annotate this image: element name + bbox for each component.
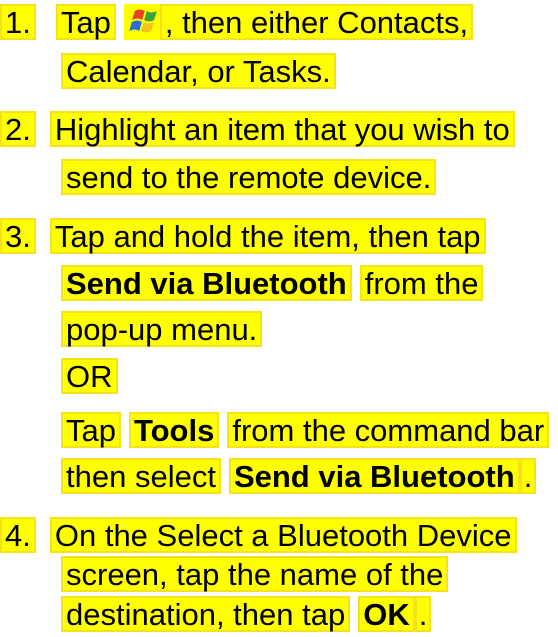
step-3-alt-tap: Tap xyxy=(61,412,121,448)
step-4-line-1: 4. On the Select a Bluetooth Device xyxy=(0,517,517,557)
step-3-alt-period: . xyxy=(519,458,537,494)
step-2-line-2: send to the remote device. xyxy=(61,159,437,199)
step-1-line-2: Calendar, or Tasks. xyxy=(61,53,336,93)
step-1-line-1: 1. Tap , then either Contacts, xyxy=(0,4,474,44)
step-3-line-2: Send via Bluetooth from the xyxy=(61,265,484,305)
step-3-alt-line-2: then select Send via Bluetooth. xyxy=(61,458,537,498)
step-3-bold-tools: Tools xyxy=(128,412,220,448)
step-4-text-line-3: destination, then tap xyxy=(61,596,351,632)
step-3-line-3: pop-up menu. xyxy=(61,311,263,351)
step-4-number: 4. xyxy=(0,517,36,553)
step-3-number: 3. xyxy=(0,218,36,254)
step-2-number: 2. xyxy=(0,111,36,147)
step-2-line-1: 2. Highlight an item that you wish to xyxy=(0,111,515,151)
step-3-text-line-1: Tap and hold the item, then tap xyxy=(49,218,486,254)
step-3-alt-line-1-rest: from the command bar xyxy=(227,412,550,448)
step-1-text-tap: Tap xyxy=(55,4,116,40)
step-3-alt-then-select: then select xyxy=(61,458,221,494)
windows-start-icon xyxy=(123,4,160,40)
step-4-line-2: screen, tap the name of the xyxy=(61,556,449,596)
step-4-text-line-1: On the Select a Bluetooth Device xyxy=(49,517,517,553)
step-4-text-line-2: screen, tap the name of the xyxy=(61,556,449,592)
step-3-bold-send-via-bluetooth-2: Send via Bluetooth xyxy=(228,458,520,494)
step-3-or: OR xyxy=(61,358,118,398)
step-3-line-1: 3. Tap and hold the item, then tap xyxy=(0,218,486,258)
step-3-alt-line-1: Tap Tools from the command bar xyxy=(61,412,550,452)
step-2-text-line-1: Highlight an item that you wish to xyxy=(49,111,515,147)
step-1-text-line-2: Calendar, or Tasks. xyxy=(61,53,336,89)
step-1-number: 1. xyxy=(0,4,36,40)
step-2-text-line-2: send to the remote device. xyxy=(61,159,437,195)
step-3-bold-send-via-bluetooth: Send via Bluetooth xyxy=(61,265,352,301)
step-3-or-text: OR xyxy=(61,358,118,394)
step-4-bold-ok: OK xyxy=(358,596,415,632)
step-4-period: . xyxy=(414,596,432,632)
step-3-text-line-2-rest: from the xyxy=(359,265,484,301)
step-1-text-rest: , then either Contacts, xyxy=(159,4,474,40)
step-4-line-3: destination, then tap OK. xyxy=(61,596,432,636)
step-3-text-line-3: pop-up menu. xyxy=(61,311,263,347)
